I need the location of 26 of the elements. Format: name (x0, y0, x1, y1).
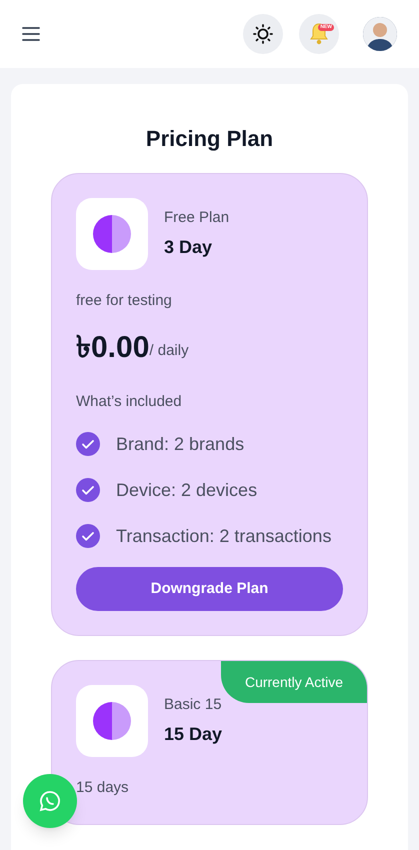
chat-bubble-icon (38, 789, 62, 813)
theme-toggle-button[interactable] (243, 14, 283, 54)
person-silhouette-icon (363, 17, 397, 51)
price-period: / daily (149, 341, 189, 361)
active-badge: Currently Active (220, 661, 367, 703)
plan-name: Basic 15 (164, 694, 222, 715)
feature-text: Brand: 2 brands (116, 433, 244, 456)
plan-price: ৳0.00 (76, 332, 150, 362)
included-heading: What’s included (76, 392, 183, 412)
avatar[interactable] (363, 17, 397, 51)
check-icon (76, 524, 100, 548)
check-icon (76, 478, 100, 502)
page-title: Pricing Plan (144, 125, 274, 153)
half-circle-icon (93, 702, 131, 740)
plan-description: free for testing (76, 291, 173, 311)
plan-button[interactable]: Downgrade Plan (76, 567, 343, 611)
plan-name: Free Plan (164, 208, 230, 228)
plan-duration: 3 Day (164, 236, 214, 260)
half-circle-icon (93, 215, 131, 253)
plan-description: 15 days (76, 778, 130, 798)
feature-text: Device: 2 devices (116, 479, 258, 502)
plan-duration: 15 Day (164, 723, 222, 746)
feature-text: Transaction: 2 transactions (116, 525, 332, 548)
check-icon (76, 432, 100, 456)
menu-icon[interactable] (22, 27, 40, 41)
sun-icon (253, 24, 273, 44)
